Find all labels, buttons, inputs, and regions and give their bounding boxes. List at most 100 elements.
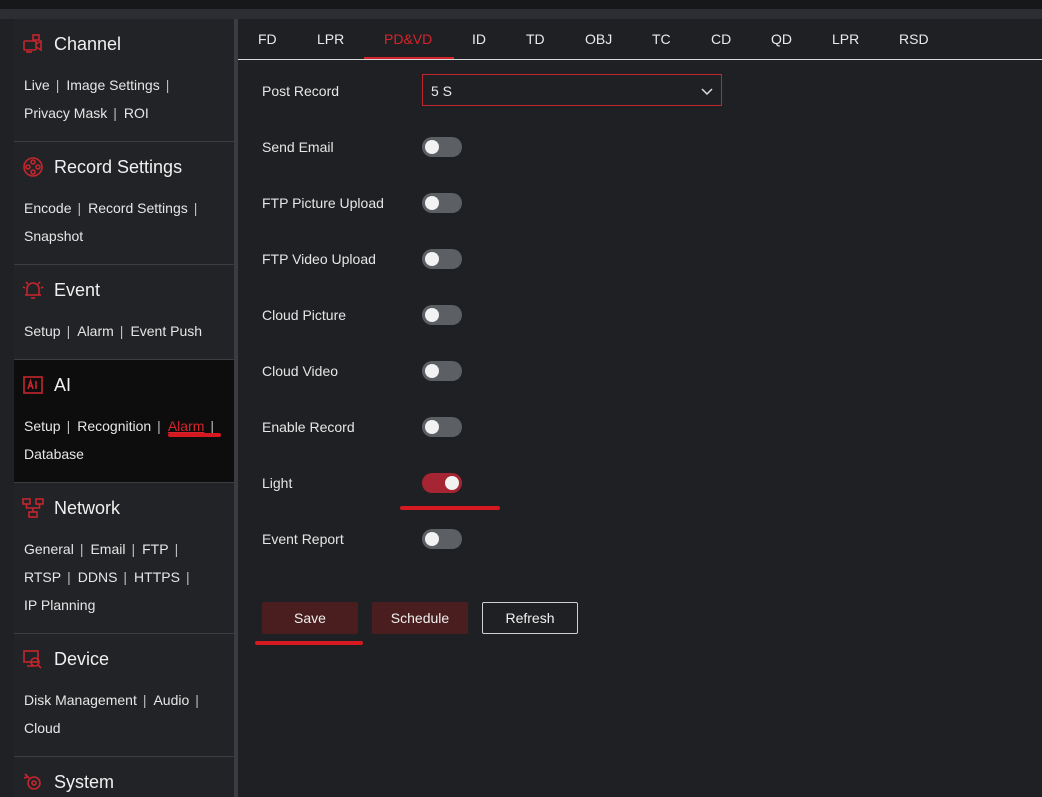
post-record-select[interactable]: 5 S [422, 74, 722, 106]
sidebar-section-event-header[interactable]: Event [20, 277, 100, 303]
light-toggle[interactable] [422, 473, 462, 493]
sidebar-section-system-header[interactable]: System [20, 769, 114, 795]
cloud-picture-label: Cloud Picture [262, 307, 347, 323]
toggle-knob [425, 532, 439, 546]
sidebar-links: Encode | Record Settings | Snapshot [24, 194, 229, 250]
tab-bar: FD LPR PD&VD ID TD OBJ TC CD QD LPR RSD [238, 19, 1042, 60]
sidebar-link-ddns[interactable]: DDNS [78, 563, 118, 591]
event-report-label: Event Report [262, 531, 344, 547]
tab-fd[interactable]: FD [258, 31, 277, 47]
cloud-picture-toggle[interactable] [422, 305, 462, 325]
sidebar-link-encode[interactable]: Encode [24, 194, 71, 222]
alarm-bell-icon [20, 277, 46, 303]
system-gear-icon [20, 769, 46, 795]
toggle-knob [425, 140, 439, 154]
film-reel-icon [20, 154, 46, 180]
sidebar-section-title: Network [54, 497, 121, 518]
network-icon [20, 495, 46, 521]
sidebar-links: General | Email | FTP | RTSP | DDNS | HTTPS | IP P… [24, 535, 229, 619]
ai-icon [20, 372, 46, 398]
sidebar-section-title: System [54, 771, 115, 792]
sidebar-section-title: Channel [54, 33, 122, 54]
enable-record-toggle[interactable] [422, 417, 462, 437]
sidebar-link-ip-planning[interactable]: IP Planning [24, 591, 95, 619]
camera-icon [20, 31, 46, 57]
ftp-picture-upload-toggle[interactable] [422, 193, 462, 213]
sidebar-link-recognition[interactable]: Recognition [77, 412, 151, 440]
sidebar-section-title: AI [54, 374, 72, 395]
event-report-toggle[interactable] [422, 529, 462, 549]
main-panel: FD LPR PD&VD ID TD OBJ TC CD QD LPR RSD … [238, 19, 1042, 797]
sidebar-section-channel-header[interactable]: Channel [20, 31, 121, 57]
sidebar-link-database[interactable]: Database [24, 440, 84, 468]
sidebar-link-rtsp[interactable]: RTSP [24, 563, 61, 591]
top-bar-edge [0, 9, 1042, 19]
tab-tc[interactable]: TC [652, 31, 671, 47]
tab-cd[interactable]: CD [711, 31, 731, 47]
sidebar-link-ai-setup[interactable]: Setup [24, 412, 61, 440]
cloud-video-toggle[interactable] [422, 361, 462, 381]
schedule-button[interactable]: Schedule [372, 602, 468, 634]
top-bar [0, 0, 1042, 9]
sidebar-link-email[interactable]: Email [90, 535, 125, 563]
sidebar-section-ai: AI Setup | Recognition | Alarm | Database [14, 360, 234, 483]
sidebar-link-event-setup[interactable]: Setup [24, 317, 61, 345]
sidebar-link-https[interactable]: HTTPS [134, 563, 180, 591]
sidebar-section-event: Event Setup | Alarm | Event Push [14, 265, 234, 360]
sidebar-links: Live | Image Settings | Privacy Mask | ROI [24, 71, 229, 127]
sidebar-section-system: System [14, 757, 234, 797]
ftp-video-upload-label: FTP Video Upload [262, 251, 376, 267]
sidebar-link-audio[interactable]: Audio [153, 686, 189, 714]
cloud-video-label: Cloud Video [262, 363, 339, 379]
sidebar-section-device-header[interactable]: Device [20, 646, 109, 672]
tab-id[interactable]: ID [472, 31, 486, 47]
toggle-knob [425, 308, 439, 322]
refresh-button[interactable]: Refresh [482, 602, 578, 634]
sidebar-section-record-settings-header[interactable]: Record Settings [20, 154, 182, 180]
sidebar-section-title: Device [54, 648, 110, 669]
tab-qd[interactable]: QD [771, 31, 792, 47]
light-label: Light [262, 475, 293, 491]
tab-td[interactable]: TD [526, 31, 545, 47]
toggle-knob [425, 364, 439, 378]
toggle-knob [425, 420, 439, 434]
sidebar-section-network-header[interactable]: Network [20, 495, 120, 521]
post-record-value: 5 S [431, 83, 453, 99]
sidebar-section-ai-header[interactable]: AI [20, 372, 71, 398]
tab-pd-vd[interactable]: PD&VD [384, 31, 432, 47]
device-icon [20, 646, 46, 672]
sidebar-link-general[interactable]: General [24, 535, 74, 563]
sidebar-link-disk-management[interactable]: Disk Management [24, 686, 137, 714]
post-record-label: Post Record [262, 83, 340, 99]
tab-obj[interactable]: OBJ [585, 31, 612, 47]
tab-rsd[interactable]: RSD [899, 31, 929, 47]
sidebar-link-image-settings[interactable]: Image Settings [66, 71, 159, 99]
sidebar-section-device: Device Disk Management | Audio | Cloud [14, 634, 234, 757]
sidebar-link-event-alarm[interactable]: Alarm [77, 317, 114, 345]
send-email-toggle[interactable] [422, 137, 462, 157]
ftp-picture-upload-label: FTP Picture Upload [262, 195, 384, 211]
sidebar-link-roi[interactable]: ROI [124, 99, 149, 127]
tab-lpr-2[interactable]: LPR [832, 31, 859, 47]
sidebar-section-channel: Channel Live | Image Settings | Privacy Mas… [14, 19, 234, 142]
annotation-underline-save [255, 641, 363, 645]
sidebar-link-live[interactable]: Live [24, 71, 50, 99]
sidebar-links: Disk Management | Audio | Cloud [24, 686, 229, 742]
toggle-knob [425, 196, 439, 210]
sidebar-link-ftp[interactable]: FTP [142, 535, 168, 563]
annotation-underline-alarm [168, 433, 221, 437]
sidebar-link-snapshot[interactable]: Snapshot [24, 222, 83, 250]
sidebar-section-title: Record Settings [54, 156, 183, 177]
sidebar-link-privacy-mask[interactable]: Privacy Mask [24, 99, 107, 127]
sidebar-link-cloud[interactable]: Cloud [24, 714, 61, 742]
ftp-video-upload-toggle[interactable] [422, 249, 462, 269]
chevron-down-icon [701, 84, 713, 102]
save-button[interactable]: Save [262, 602, 358, 634]
sidebar-section-record-settings: Record Settings Encode | Record Settings | … [14, 142, 234, 265]
sidebar-section-network: Network General | Email | FTP | RTSP | DDNS | HTT… [14, 483, 234, 634]
tab-lpr[interactable]: LPR [317, 31, 344, 47]
sidebar-section-title: Event [54, 279, 101, 300]
annotation-underline-light [400, 506, 500, 510]
sidebar-link-event-push[interactable]: Event Push [130, 317, 202, 345]
sidebar-link-record-settings[interactable]: Record Settings [88, 194, 188, 222]
